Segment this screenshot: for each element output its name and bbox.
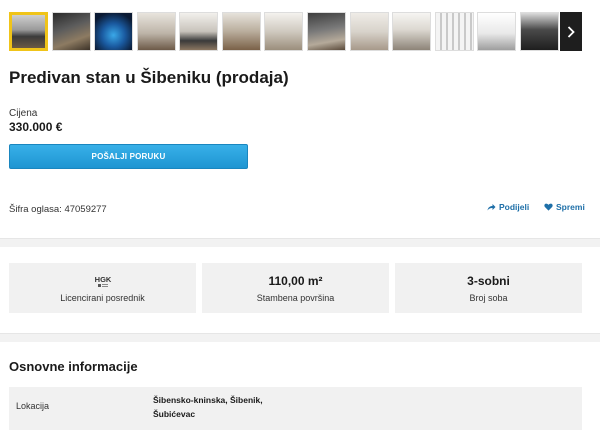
area-value: 110,00 m² [268, 273, 323, 288]
photo-thumbnail-strip [9, 12, 600, 51]
thumbnail-7[interactable] [264, 12, 303, 51]
thumbnail-11[interactable] [435, 12, 474, 51]
thumbnail-8[interactable] [307, 12, 346, 51]
thumbnail-1[interactable] [9, 12, 48, 51]
thumbnail-12[interactable] [477, 12, 516, 51]
heart-icon [544, 203, 553, 211]
info-row-location: Lokacija Šibensko-kninska, Šibenik, Šubi… [9, 387, 582, 430]
thumbnail-9[interactable] [350, 12, 389, 51]
ad-code: Šifra oglasa: 47059277 [9, 204, 107, 215]
thumbnail-4[interactable] [137, 12, 176, 51]
listing-title: Predivan stan u Šibeniku (prodaja) [9, 68, 289, 87]
price-label: Cijena [9, 108, 38, 119]
thumbnail-6[interactable] [222, 12, 261, 51]
thumbnail-5[interactable] [179, 12, 218, 51]
thumbnail-10[interactable] [392, 12, 431, 51]
send-message-button[interactable]: POŠALJI PORUKU [9, 144, 248, 169]
thumbnail-3[interactable] [94, 12, 133, 51]
thumbnail-13[interactable] [520, 12, 559, 51]
save-link[interactable]: Spremi [544, 202, 585, 212]
share-link[interactable]: Podijeli [487, 202, 529, 212]
agent-label: Licencirani posrednik [60, 292, 145, 303]
price-value: 330.000 € [9, 120, 63, 134]
agent-card: HGK Licencirani posrednik [9, 263, 196, 313]
area-label: Stambena površina [256, 292, 335, 303]
save-label: Spremi [556, 202, 585, 212]
info-value: Šibensko-kninska, Šibenik, Šubićevac [153, 393, 313, 421]
hgk-logo-text: HGK [94, 275, 111, 284]
thumbnail-2[interactable] [52, 12, 91, 51]
section-divider [0, 238, 600, 247]
chevron-right-icon [567, 25, 575, 38]
area-card: 110,00 m² Stambena površina [202, 263, 389, 313]
info-value-line: Šibensko-kninska, Šibenik, [153, 395, 263, 405]
gallery-next-button[interactable] [560, 12, 582, 51]
info-key: Lokacija [16, 401, 50, 411]
rooms-card: 3-sobni Broj soba [395, 263, 582, 313]
section-divider [0, 333, 600, 342]
hgk-logo: HGK [92, 274, 114, 289]
rooms-value: 3-sobni [467, 273, 510, 288]
basic-info-title: Osnovne informacije [9, 359, 138, 374]
share-label: Podijeli [499, 202, 530, 212]
info-value-line: Šubićevac [153, 409, 196, 419]
rooms-label: Broj soba [469, 292, 508, 303]
share-arrow-icon [487, 204, 496, 211]
